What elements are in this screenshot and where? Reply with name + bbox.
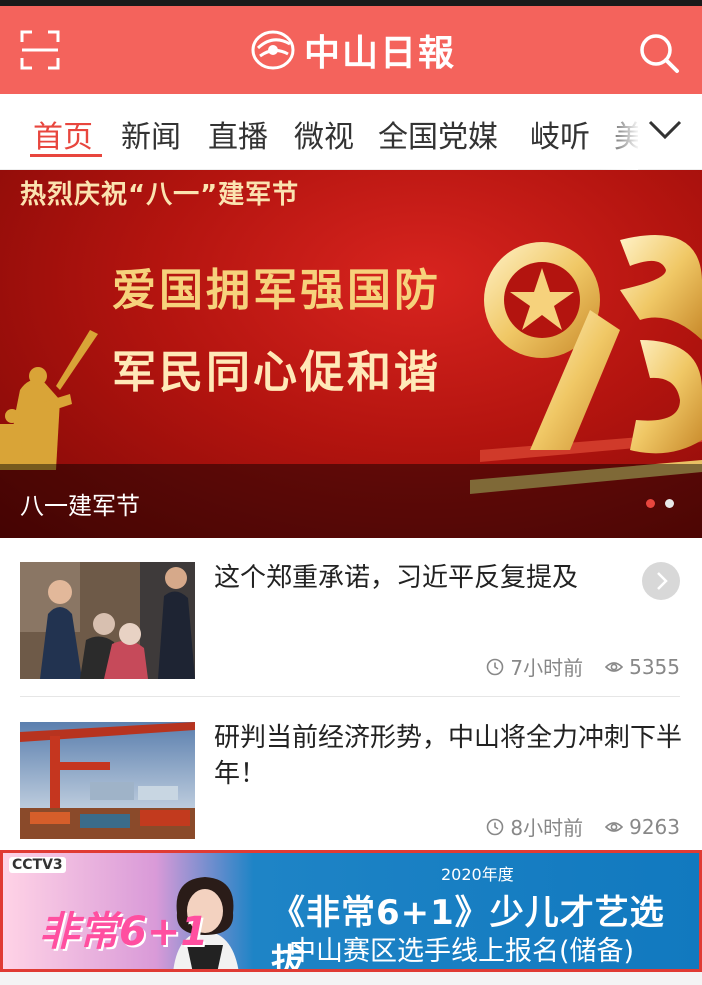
news-meta: 8小时前 9263 <box>486 812 680 841</box>
news-item[interactable]: 这个郑重承诺，习近平反复提及 7小时前 5355 <box>0 548 702 708</box>
banner-caption: 八一建军节 <box>20 492 140 520</box>
bottom-gap <box>0 972 702 985</box>
channel-tabs: 首页 新闻 直播 微视 全国党媒 岐听 美 <box>0 94 702 170</box>
news-divider <box>20 696 680 697</box>
app-header: 中山日報 <box>0 6 702 94</box>
anniversary-93-emblem <box>470 235 702 494</box>
tabs-scroller[interactable]: 首页 新闻 直播 微视 全国党媒 岐听 美 <box>0 94 638 170</box>
news-thumbnail <box>20 562 195 679</box>
tab-qiting[interactable]: 岐听 <box>530 112 590 156</box>
next-button[interactable] <box>642 562 680 600</box>
news-thumbnail <box>20 722 195 839</box>
ad-channel-logo: CCTV3 <box>9 857 66 873</box>
tab-news[interactable]: 新闻 <box>121 112 181 156</box>
carousel-dot[interactable] <box>665 499 674 508</box>
clock-icon <box>487 818 504 835</box>
logo-emblem-icon <box>251 30 295 70</box>
news-meta: 7小时前 5355 <box>486 652 680 681</box>
scan-icon[interactable] <box>20 30 60 70</box>
eye-icon <box>605 661 624 672</box>
banner-headline-1: 爱国拥军强国防 <box>112 265 441 316</box>
banner-headline-2: 军民同心促和谐 <box>112 347 441 398</box>
ad-subheadline: 中山赛区选手线上报名(储备) <box>289 936 635 967</box>
search-icon[interactable] <box>638 32 680 74</box>
carousel-dot-active[interactable] <box>646 499 655 508</box>
clock-icon <box>487 658 504 675</box>
banner-top-text: 热烈庆祝“八一”建军节 <box>20 180 300 210</box>
eye-icon <box>605 821 624 832</box>
tabs-fade <box>600 94 638 170</box>
tab-live[interactable]: 直播 <box>208 112 268 156</box>
news-title[interactable]: 这个郑重承诺，习近平反复提及 <box>214 560 684 596</box>
ad-banner[interactable]: CCTV3 非常6+1 2020年度 《非常6+1》少儿才艺选拔 中山赛区选手线… <box>0 850 702 972</box>
banner-carousel[interactable]: 热烈庆祝“八一”建军节 爱国拥军强国防 军民同心促和谐 八一建军节 <box>0 170 702 538</box>
chevron-down-icon[interactable] <box>648 118 682 142</box>
news-views: 9263 <box>629 814 680 839</box>
soldiers-statue-icon <box>0 330 98 470</box>
tab-home[interactable]: 首页 <box>33 112 93 156</box>
news-item[interactable]: 研判当前经济形势，中山将全力冲刺下半年！ 8小时前 9263 <box>0 708 702 868</box>
ad-year: 2020年度 <box>441 865 514 884</box>
news-time: 8小时前 <box>510 816 584 840</box>
news-time: 7小时前 <box>510 656 584 680</box>
ad-brand-logo: 非常6+1 <box>39 909 209 955</box>
chevron-right-icon <box>657 572 668 590</box>
tab-national-party-media[interactable]: 全国党媒 <box>378 112 498 156</box>
tab-micro-video[interactable]: 微视 <box>294 112 354 156</box>
app-logo: 中山日報 <box>250 26 456 74</box>
news-views: 5355 <box>629 654 680 679</box>
active-tab-indicator <box>30 154 102 157</box>
logo-text: 中山日報 <box>304 32 457 74</box>
news-title[interactable]: 研判当前经济形势，中山将全力冲刺下半年！ <box>214 720 684 792</box>
